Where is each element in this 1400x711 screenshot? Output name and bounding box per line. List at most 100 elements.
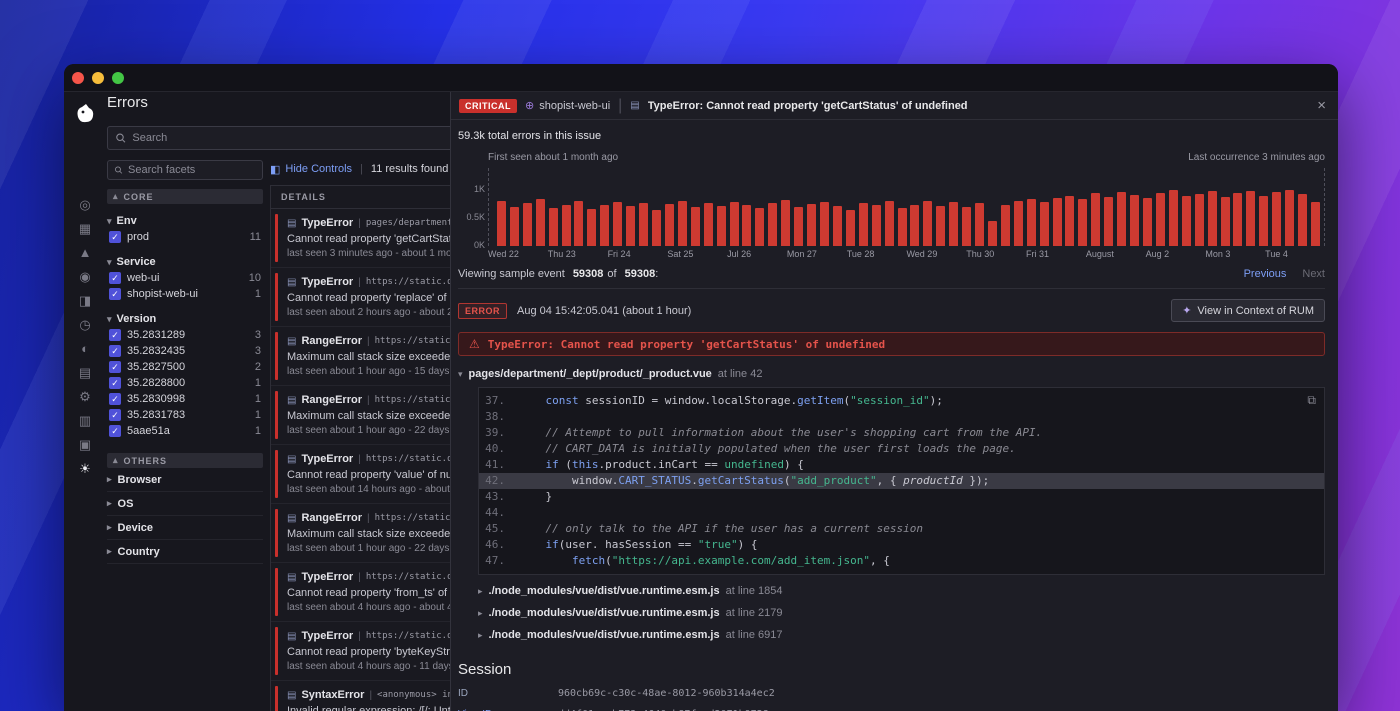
previous-event-button[interactable]: Previous — [1244, 268, 1287, 280]
histogram-bar[interactable] — [845, 210, 855, 246]
histogram-bar[interactable] — [729, 202, 739, 246]
histogram-bar[interactable] — [794, 207, 804, 246]
histogram-bar[interactable] — [1298, 194, 1308, 246]
histogram-bar[interactable] — [1130, 195, 1140, 246]
histogram-bar[interactable] — [1155, 193, 1165, 246]
histogram-bar[interactable] — [1143, 198, 1153, 246]
error-tracking-icon[interactable]: ☀ — [79, 462, 91, 476]
histogram-bar[interactable] — [587, 209, 597, 246]
copy-icon[interactable]: ⧉ — [1307, 393, 1316, 408]
histogram-bar[interactable] — [768, 203, 778, 246]
histogram-bar[interactable] — [1104, 197, 1114, 246]
others-section-header[interactable]: ▴ OTHERS — [107, 453, 263, 468]
histogram-bar[interactable] — [716, 206, 726, 246]
close-icon[interactable]: × — [1317, 97, 1326, 114]
facet-group-env[interactable]: ▾ Env — [107, 213, 263, 229]
histogram-bar[interactable] — [807, 204, 817, 246]
histogram-bar[interactable] — [1233, 193, 1243, 246]
histogram-bar[interactable] — [574, 201, 584, 246]
histogram-bar[interactable] — [1207, 191, 1217, 246]
metrics-icon[interactable]: ◨ — [79, 294, 91, 308]
histogram-bar[interactable] — [1181, 196, 1191, 246]
datadog-logo[interactable] — [73, 102, 97, 126]
checkbox-checked[interactable]: ✓ — [109, 231, 121, 243]
checkbox-checked[interactable]: ✓ — [109, 393, 121, 405]
zoom-window-button[interactable] — [112, 71, 124, 84]
histogram-bar[interactable] — [1091, 193, 1101, 246]
histogram-bar[interactable] — [664, 204, 674, 246]
facet-item-prod[interactable]: ✓ prod 11 — [107, 229, 263, 245]
close-window-button[interactable] — [72, 71, 84, 84]
histogram-bar[interactable] — [1026, 199, 1036, 246]
histogram-bar[interactable] — [1259, 196, 1269, 246]
checkbox-checked[interactable]: ✓ — [109, 288, 121, 300]
facet-item-web-ui[interactable]: ✓ web-ui 10 — [107, 270, 263, 286]
histogram-bar[interactable] — [949, 202, 959, 246]
histogram-bar[interactable] — [1117, 192, 1127, 246]
checkbox-checked[interactable]: ✓ — [109, 377, 121, 389]
checkbox-checked[interactable]: ✓ — [109, 329, 121, 341]
stack-frame-collapsed[interactable]: ▸ ./node_modules/vue/dist/vue.runtime.esm… — [478, 585, 1325, 597]
histogram-bar[interactable] — [923, 201, 933, 246]
histogram-bar[interactable] — [936, 206, 946, 246]
facet-group-country[interactable]: ▸ Country — [107, 540, 263, 564]
stack-frame-collapsed[interactable]: ▸ ./node_modules/vue/dist/vue.runtime.esm… — [478, 607, 1325, 619]
histogram-bar[interactable] — [781, 200, 791, 246]
histogram-bar[interactable] — [639, 203, 649, 246]
histogram-bar[interactable] — [1246, 191, 1256, 246]
monitors-icon[interactable]: ◉ — [79, 270, 90, 284]
histogram-bar[interactable] — [1220, 197, 1230, 246]
histogram-bar[interactable] — [535, 199, 545, 246]
histogram-bar[interactable] — [975, 203, 985, 246]
facet-search[interactable] — [107, 160, 263, 180]
facet-item-35.2828800[interactable]: ✓ 35.2828800 1 — [107, 375, 263, 391]
logs-icon[interactable]: ▤ — [79, 366, 91, 380]
pipelines-icon[interactable]: ⚙ — [79, 390, 91, 404]
histogram-bar[interactable] — [703, 203, 713, 246]
apm-icon[interactable]: ◷ — [79, 318, 90, 332]
view-in-rum-button[interactable]: ✦ View in Context of RUM — [1171, 299, 1325, 322]
main-search[interactable] — [107, 126, 463, 150]
core-section-header[interactable]: ▴ CORE — [107, 189, 263, 204]
histogram-bar[interactable] — [755, 208, 765, 246]
facet-item-35.2830998[interactable]: ✓ 35.2830998 1 — [107, 391, 263, 407]
facet-group-browser[interactable]: ▸ Browser — [107, 468, 263, 492]
histogram-bar[interactable] — [884, 201, 894, 246]
search-input[interactable] — [132, 132, 455, 144]
facet-item-5aae51a[interactable]: ✓ 5aae51a 1 — [107, 423, 263, 439]
histogram-bar[interactable] — [1168, 190, 1178, 246]
histogram-bar[interactable] — [962, 207, 972, 246]
histogram-bar[interactable] — [819, 202, 829, 246]
histogram-bar[interactable] — [1013, 201, 1023, 246]
facet-item-shopist-web-ui[interactable]: ✓ shopist-web-ui 1 — [107, 286, 263, 302]
histogram-bar[interactable] — [1311, 202, 1320, 246]
hide-controls-button[interactable]: ◧ Hide Controls — [270, 163, 352, 176]
histogram-bar[interactable] — [1000, 205, 1010, 246]
checkbox-checked[interactable]: ✓ — [109, 345, 121, 357]
security-icon[interactable]: ▣ — [79, 438, 91, 452]
histogram-bar[interactable] — [1078, 199, 1088, 246]
histogram-bar[interactable] — [690, 207, 700, 246]
histogram-bar[interactable] — [742, 205, 752, 246]
notebooks-icon[interactable]: ▥ — [79, 414, 91, 428]
facet-group-version[interactable]: ▾ Version — [107, 311, 263, 327]
histogram-bar[interactable] — [522, 203, 532, 246]
facet-group-service[interactable]: ▾ Service — [107, 254, 263, 270]
checkbox-checked[interactable]: ✓ — [109, 409, 121, 421]
histogram-bar[interactable] — [613, 202, 623, 246]
histogram-bar[interactable] — [1285, 190, 1295, 246]
histogram-bar[interactable] — [858, 203, 868, 246]
histogram-bar[interactable] — [600, 205, 610, 246]
checkbox-checked[interactable]: ✓ — [109, 425, 121, 437]
facet-item-35.2831289[interactable]: ✓ 35.2831289 3 — [107, 327, 263, 343]
histogram-bar[interactable] — [832, 206, 842, 246]
facet-group-device[interactable]: ▸ Device — [107, 516, 263, 540]
histogram-bar[interactable] — [651, 210, 661, 246]
checkbox-checked[interactable]: ✓ — [109, 272, 121, 284]
stack-frame-expanded[interactable]: ▾ pages/department/_dept/product/_produc… — [458, 368, 1325, 380]
checkbox-checked[interactable]: ✓ — [109, 361, 121, 373]
histogram-bar[interactable] — [677, 201, 687, 246]
histogram-bar[interactable] — [1052, 198, 1062, 246]
stack-frame-collapsed[interactable]: ▸ ./node_modules/vue/dist/vue.runtime.esm… — [478, 629, 1325, 641]
watchdog-icon[interactable]: ◎ — [79, 198, 90, 212]
